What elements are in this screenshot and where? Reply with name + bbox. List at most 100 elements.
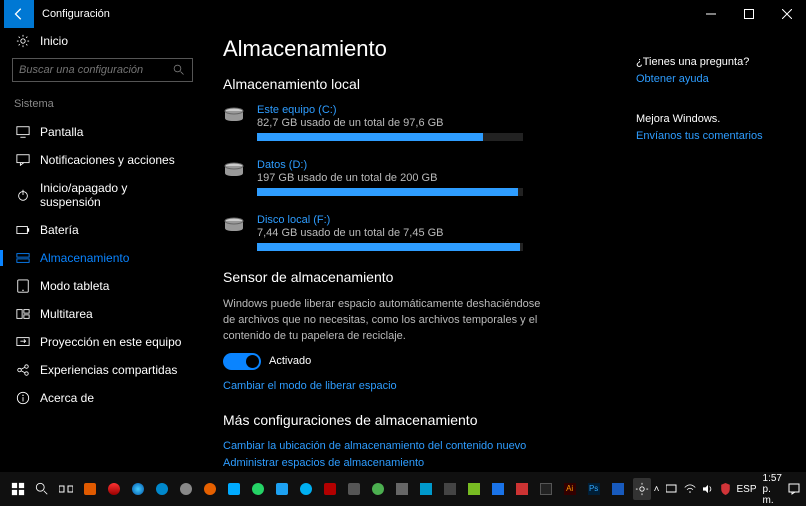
sidebar-item-bater-a[interactable]: Batería [12,216,193,244]
app-icon[interactable] [489,478,507,500]
app-icon[interactable] [177,478,195,500]
back-button[interactable] [4,0,34,28]
sidebar-item-pantalla[interactable]: Pantalla [12,118,193,146]
app-icon[interactable]: Ai [561,478,579,500]
sidebar-item-notificaciones-y-acciones[interactable]: Notificaciones y acciones [12,146,193,174]
taskbar: Ai Ps ˄ ESP 1:57 p. m. [0,472,806,506]
app-icon[interactable] [153,478,171,500]
change-free-space-link[interactable]: Cambiar el modo de liberar espacio [223,380,618,392]
tablet-icon [16,279,30,293]
app-icon[interactable] [225,478,243,500]
nav-label: Experiencias compartidas [40,363,177,377]
app-icon[interactable] [393,478,411,500]
search-icon [172,63,186,77]
app-icon[interactable] [105,478,123,500]
app-icon[interactable] [201,478,219,500]
app-icon[interactable] [345,478,363,500]
display-icon [16,125,30,139]
drive-row[interactable]: Disco local (F:)7,44 GB usado de un tota… [223,214,523,251]
search-taskbar-icon[interactable] [33,478,51,500]
toggle-state-label: Activado [269,355,311,367]
wifi-icon[interactable] [684,484,696,494]
category-label: Sistema [14,98,191,110]
search-box[interactable] [12,58,193,82]
more-settings-link[interactable]: Administrar espacios de almacenamiento [223,457,618,469]
drive-name: Disco local (F:) [257,214,523,226]
sidebar-item-experiencias-compartidas[interactable]: Experiencias compartidas [12,356,193,384]
nav-label: Notificaciones y acciones [40,153,175,167]
app-icon[interactable] [609,478,627,500]
nav-label: Proyección en este equipo [40,335,181,349]
drive-row[interactable]: Datos (D:)197 GB usado de un total de 20… [223,159,523,196]
shield-icon[interactable] [720,483,731,495]
app-icon[interactable] [129,478,147,500]
volume-icon[interactable] [702,484,714,494]
share-icon [16,363,30,377]
taskview-icon[interactable] [57,478,75,500]
close-button[interactable] [768,0,806,28]
maximize-button[interactable] [730,0,768,28]
action-center-icon[interactable] [788,483,800,495]
battery-icon [16,223,30,237]
nav-label: Almacenamiento [40,251,129,265]
usage-bar [257,243,523,251]
feedback-link[interactable]: Envíanos tus comentarios [636,130,792,142]
drive-icon [223,216,245,234]
sidebar-item-inicio-apagado-y-suspensi-n[interactable]: Inicio/apagado y suspensión [12,174,193,216]
app-icon[interactable] [465,478,483,500]
settings-taskbar-icon[interactable] [633,478,651,500]
app-icon[interactable] [537,478,555,500]
titlebar: Configuración [0,0,806,28]
sidebar-item-modo-tableta[interactable]: Modo tableta [12,272,193,300]
home-label: Inicio [40,34,68,48]
start-button[interactable] [9,478,27,500]
project-icon [16,335,30,349]
app-icon[interactable]: Ps [585,478,603,500]
window-title: Configuración [42,8,110,20]
app-icon[interactable] [297,478,315,500]
app-icon[interactable] [417,478,435,500]
chat-icon [16,153,30,167]
sidebar-item-acerca-de[interactable]: Acerca de [12,384,193,412]
sidebar-item-multitarea[interactable]: Multitarea [12,300,193,328]
drive-name: Este equipo (C:) [257,104,523,116]
language-indicator[interactable]: ESP [737,484,757,495]
sidebar: Inicio Sistema Pantalla Notificaciones y … [0,28,205,472]
sidebar-item-proyecci-n-en-este-equipo[interactable]: Proyección en este equipo [12,328,193,356]
sidebar-item-almacenamiento[interactable]: Almacenamiento [12,244,193,272]
page-heading: Almacenamiento [223,36,618,62]
improve-label: Mejora Windows. [636,113,792,125]
drive-row[interactable]: Este equipo (C:)82,7 GB usado de un tota… [223,104,523,141]
usage-bar [257,188,523,196]
app-icon[interactable] [249,478,267,500]
toggle-switch-icon [223,353,261,370]
info-icon [16,391,30,405]
minimize-button[interactable] [692,0,730,28]
more-settings-link[interactable]: Cambiar la ubicación de almacenamiento d… [223,440,618,452]
app-icon[interactable] [369,478,387,500]
section-more-settings: Más configuraciones de almacenamiento [223,412,618,428]
get-help-link[interactable]: Obtener ayuda [636,73,792,85]
app-icon[interactable] [513,478,531,500]
home-button[interactable]: Inicio [12,28,193,58]
app-icon[interactable] [81,478,99,500]
tray-chevron-icon[interactable]: ˄ [654,484,660,495]
drive-usage: 82,7 GB usado de un total de 97,6 GB [257,117,523,129]
tray-icon[interactable] [666,484,678,494]
section-storage-sense: Sensor de almacenamiento [223,269,618,285]
app-icon[interactable] [273,478,291,500]
multitask-icon [16,307,30,321]
usage-bar [257,133,523,141]
clock[interactable]: 1:57 p. m. [763,473,782,506]
drive-icon [223,106,245,124]
question-label: ¿Tienes una pregunta? [636,56,792,68]
storage-sense-toggle[interactable]: Activado [223,353,618,370]
system-tray[interactable]: ˄ ESP 1:57 p. m. [654,473,800,506]
app-icon[interactable] [441,478,459,500]
nav-label: Acerca de [40,391,94,405]
nav-label: Modo tableta [40,279,109,293]
gear-icon [16,34,30,48]
drive-icon [223,161,245,179]
search-input[interactable] [19,64,172,76]
app-icon[interactable] [321,478,339,500]
